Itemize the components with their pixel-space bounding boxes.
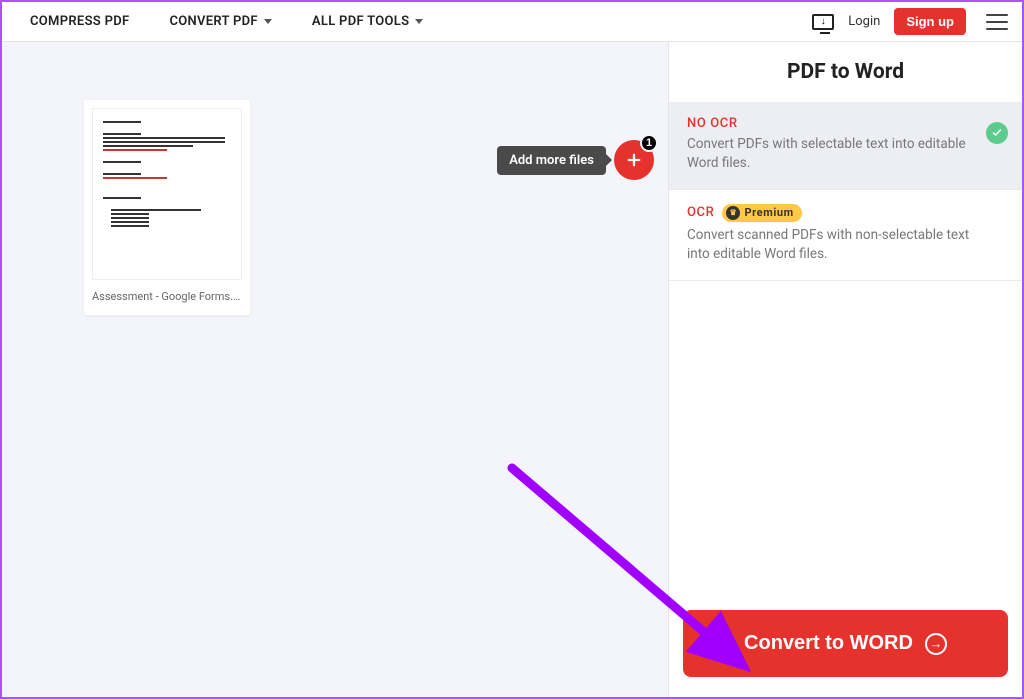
option-title-text: OCR	[687, 205, 714, 220]
option-title-text: NO OCR	[687, 116, 738, 131]
file-count-badge: 1	[640, 134, 658, 152]
nav-convert-pdf[interactable]: CONVERT PDF	[169, 14, 271, 29]
crown-icon: ♛	[726, 206, 740, 220]
download-desktop-icon[interactable]: ↓	[812, 14, 834, 30]
nav-right: ↓ Login Sign up	[812, 8, 1014, 35]
download-arrow-icon: ↓	[821, 17, 826, 27]
option-desc: Convert scanned PDFs with non-selectable…	[687, 226, 978, 264]
nav-all-pdf-tools[interactable]: ALL PDF TOOLS	[312, 14, 423, 29]
file-name: Assessment - Google Forms.pdf	[92, 290, 242, 303]
premium-label: Premium	[744, 206, 793, 219]
option-title: NO OCR	[687, 116, 978, 131]
caret-down-icon	[264, 19, 272, 24]
convert-button[interactable]: Convert to WORD →	[683, 610, 1008, 677]
nav-compress-pdf[interactable]: COMPRESS PDF	[30, 14, 129, 29]
nav-label: COMPRESS PDF	[30, 14, 129, 29]
premium-badge: ♛ Premium	[722, 204, 801, 222]
file-card[interactable]: Assessment - Google Forms.pdf	[84, 100, 250, 315]
signup-button[interactable]: Sign up	[894, 8, 966, 35]
check-icon	[986, 122, 1008, 144]
option-ocr[interactable]: OCR ♛ Premium Convert scanned PDFs with …	[669, 190, 1022, 281]
workspace: Assessment - Google Forms.pdf Add more f…	[2, 42, 668, 697]
arrow-right-icon: →	[925, 633, 947, 655]
option-desc: Convert PDFs with selectable text into e…	[687, 135, 978, 173]
convert-label: Convert to WORD	[744, 632, 913, 655]
add-more-files: Add more files 1	[497, 140, 654, 180]
add-more-tooltip: Add more files	[497, 146, 606, 175]
options-sidebar: PDF to Word NO OCR Convert PDFs with sel…	[668, 42, 1022, 697]
login-link[interactable]: Login	[848, 14, 880, 29]
panel-title: PDF to Word	[669, 42, 1022, 102]
top-nav: COMPRESS PDF CONVERT PDF ALL PDF TOOLS ↓…	[2, 2, 1022, 42]
option-no-ocr[interactable]: NO OCR Convert PDFs with selectable text…	[669, 102, 1022, 190]
add-files-button[interactable]: 1	[614, 140, 654, 180]
plus-icon	[625, 151, 643, 169]
document-thumbnail	[92, 108, 242, 280]
caret-down-icon	[415, 19, 423, 24]
menu-icon[interactable]	[986, 14, 1008, 30]
nav-label: ALL PDF TOOLS	[312, 14, 409, 29]
nav-label: CONVERT PDF	[169, 14, 257, 29]
nav-left: COMPRESS PDF CONVERT PDF ALL PDF TOOLS	[30, 14, 423, 29]
option-title: OCR ♛ Premium	[687, 204, 978, 222]
main: Assessment - Google Forms.pdf Add more f…	[2, 42, 1022, 697]
